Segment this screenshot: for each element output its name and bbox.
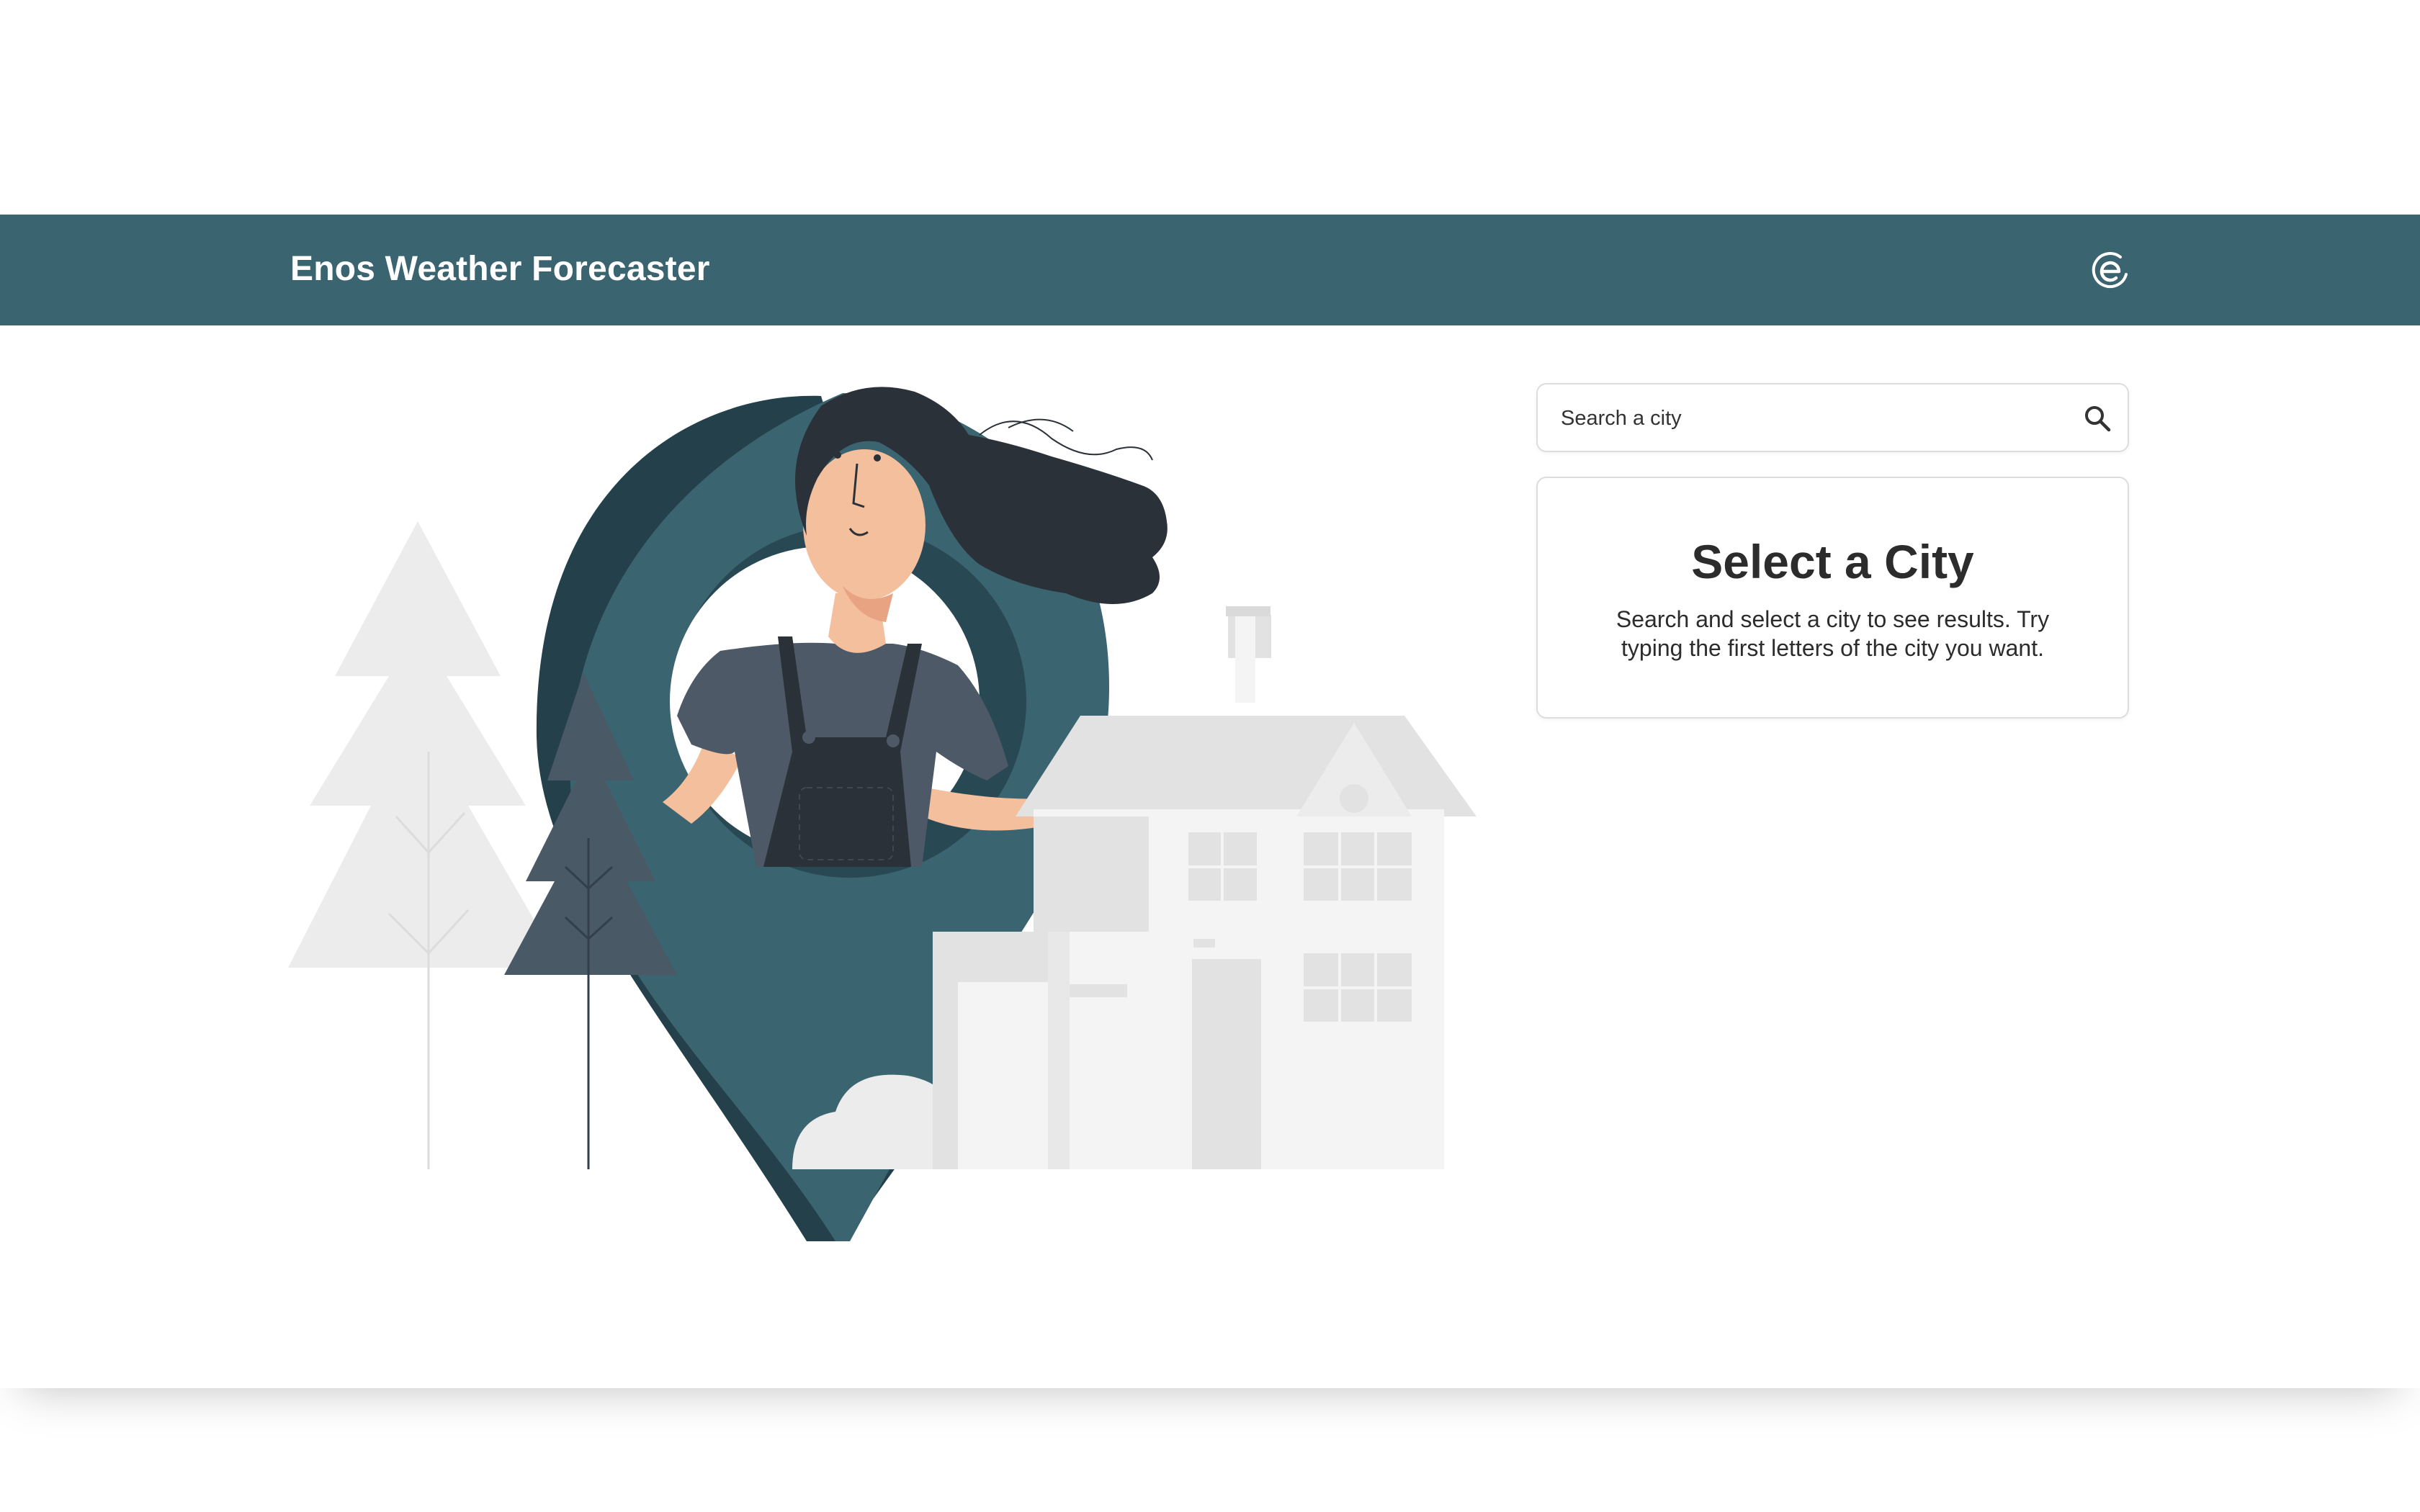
search-icon[interactable] xyxy=(2082,403,2112,433)
app-header: Enos Weather Forecaster xyxy=(0,215,2420,325)
location-pin-illustration xyxy=(288,387,1476,1241)
search-input[interactable] xyxy=(1559,384,2066,452)
light-tree xyxy=(288,521,562,1169)
select-city-card: Select a City Search and select a city t… xyxy=(1536,477,2129,719)
page: Enos Weather Forecaster Search a city Se… xyxy=(0,0,2420,1512)
city-search-box[interactable] xyxy=(1536,383,2129,452)
empty-state-title: Select a City xyxy=(1691,535,1974,588)
empty-state-message: Search and select a city to see results.… xyxy=(1615,606,2050,661)
app-window: Enos Weather Forecaster Search a city Se… xyxy=(0,215,2420,1388)
enos-logo-icon[interactable] xyxy=(2089,248,2132,292)
app-title: Enos Weather Forecaster xyxy=(290,250,710,288)
